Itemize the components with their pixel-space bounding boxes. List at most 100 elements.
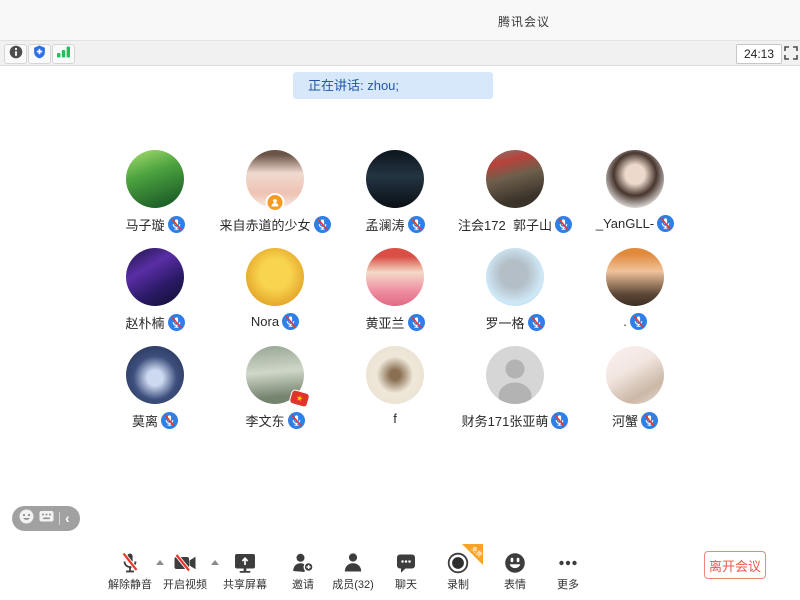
- start-video-icon: [172, 550, 198, 576]
- participant-avatar: [486, 346, 544, 404]
- unmute-icon: [117, 550, 143, 576]
- members-icon: [340, 550, 366, 576]
- participant-nameline: 马子璇: [125, 215, 184, 234]
- participant-name: 赵朴楠: [125, 313, 164, 332]
- quick-reaction-bar[interactable]: ‹: [12, 506, 80, 531]
- signal-bars-icon: [56, 45, 71, 63]
- meeting-info-button[interactable]: [4, 44, 27, 64]
- participant-cell[interactable]: 莫离: [95, 342, 215, 440]
- muted-mic-icon: [657, 215, 674, 232]
- window-title: 腾讯会议: [498, 13, 550, 30]
- fullscreen-icon[interactable]: [784, 46, 798, 60]
- toolbar-more-button[interactable]: 更多: [533, 550, 603, 592]
- participant-avatar: [606, 248, 664, 306]
- more-icon: [555, 550, 581, 576]
- titlebar: 腾讯会议: [0, 0, 800, 40]
- participant-name: 注会172 郭子山: [458, 215, 552, 234]
- leave-meeting-button[interactable]: 离开会议: [704, 551, 766, 579]
- divider: [59, 512, 60, 525]
- participant-nameline: 河蟹: [612, 411, 658, 430]
- participant-nameline: 财务171张亚萌: [462, 411, 569, 430]
- participant-name: 孟澜涛: [365, 215, 404, 234]
- muted-mic-icon: [168, 314, 185, 331]
- participant-avatar: [486, 248, 544, 306]
- emoji-quick-icon[interactable]: [19, 509, 34, 529]
- participant-cell[interactable]: 赵朴楠: [95, 244, 215, 342]
- participant-cell[interactable]: 来自赤道的少女: [215, 146, 335, 244]
- chat-icon: [393, 550, 419, 576]
- network-quality-button[interactable]: [52, 44, 75, 64]
- participant-nameline: 黄亚兰: [365, 313, 424, 332]
- toolbar-label: 邀请: [292, 576, 314, 592]
- participant-nameline: 莫离: [132, 411, 178, 430]
- participant-nameline: 赵朴楠: [125, 313, 184, 332]
- meeting-timer: 24:13: [736, 44, 782, 64]
- speaking-text: 正在讲话: zhou;: [308, 72, 399, 99]
- participant-cell[interactable]: 马子璇: [95, 146, 215, 244]
- invite-icon: [290, 550, 316, 576]
- participant-cell[interactable]: ★ 李文东: [215, 342, 335, 440]
- participant-nameline: _YanGLL-: [596, 215, 674, 232]
- participant-avatar: ★: [246, 346, 304, 404]
- muted-mic-icon: [555, 216, 572, 233]
- bottom-toolbar: 解除静音开启视频共享屏幕邀请成员(32)聊天免费录制表情更多: [0, 548, 800, 600]
- participant-cell[interactable]: 黄亚兰: [335, 244, 455, 342]
- muted-mic-icon: [314, 216, 331, 233]
- participant-avatar: [126, 150, 184, 208]
- participant-avatar: [366, 346, 424, 404]
- keyboard-icon[interactable]: [39, 510, 54, 528]
- participant-nameline: 注会172 郭子山: [458, 215, 572, 234]
- collapse-chevron-icon[interactable]: ‹: [65, 507, 70, 529]
- participant-name: 财务171张亚萌: [462, 411, 549, 430]
- participant-avatar: [126, 248, 184, 306]
- participant-cell[interactable]: 注会172 郭子山: [455, 146, 575, 244]
- muted-mic-icon: [282, 313, 299, 330]
- participant-grid: 马子璇 来自赤道的少女 孟澜涛 注会172 郭子山 _YanGLL- 赵朴楠 Nora 黄亚兰…: [95, 146, 695, 440]
- participant-cell[interactable]: 孟澜涛: [335, 146, 455, 244]
- toolbar-label: 录制: [447, 576, 469, 592]
- info-icon: [9, 45, 23, 64]
- participant-cell[interactable]: .: [575, 244, 695, 342]
- toolbar-label: 共享屏幕: [223, 576, 267, 592]
- muted-mic-icon: [161, 412, 178, 429]
- participant-name: 黄亚兰: [365, 313, 404, 332]
- participant-cell[interactable]: 河蟹: [575, 342, 695, 440]
- participant-cell[interactable]: Nora: [215, 244, 335, 342]
- muted-mic-icon: [168, 216, 185, 233]
- security-button[interactable]: [28, 44, 51, 64]
- participant-avatar: [126, 346, 184, 404]
- participant-name: _YanGLL-: [596, 216, 654, 231]
- participant-cell[interactable]: _YanGLL-: [575, 146, 695, 244]
- emoji-icon: [502, 550, 528, 576]
- share-screen-icon: [232, 550, 258, 576]
- participant-nameline: Nora: [251, 313, 299, 330]
- muted-mic-icon: [408, 314, 425, 331]
- toolbar-label: 成员(32): [332, 576, 374, 592]
- participant-name: Nora: [251, 314, 279, 329]
- participant-name: 李文东: [245, 411, 284, 430]
- record-icon: 免费: [445, 550, 471, 576]
- status-strip: 24:13: [0, 40, 800, 66]
- participant-cell[interactable]: 罗一格: [455, 244, 575, 342]
- muted-mic-icon: [528, 314, 545, 331]
- toolbar-label: 开启视频: [163, 576, 207, 592]
- participant-avatar: [486, 150, 544, 208]
- participant-nameline: 李文东: [245, 411, 304, 430]
- toolbar-label: 更多: [557, 576, 579, 592]
- participant-nameline: .: [623, 313, 647, 330]
- participant-avatar: [246, 150, 304, 208]
- muted-mic-icon: [288, 412, 305, 429]
- participant-nameline: 罗一格: [485, 313, 544, 332]
- muted-mic-icon: [641, 412, 658, 429]
- participant-nameline: 孟澜涛: [365, 215, 424, 234]
- participant-cell[interactable]: f: [335, 342, 455, 440]
- participant-cell[interactable]: 财务171张亚萌: [455, 342, 575, 440]
- toolbar-label: 解除静音: [108, 576, 152, 592]
- shield-icon: [33, 45, 46, 64]
- participant-name: 来自赤道的少女: [219, 215, 310, 234]
- toolbar-label: 聊天: [395, 576, 417, 592]
- participant-avatar: [606, 346, 664, 404]
- participant-name: 罗一格: [485, 313, 524, 332]
- participant-avatar: [606, 150, 664, 208]
- participant-name: .: [623, 314, 627, 329]
